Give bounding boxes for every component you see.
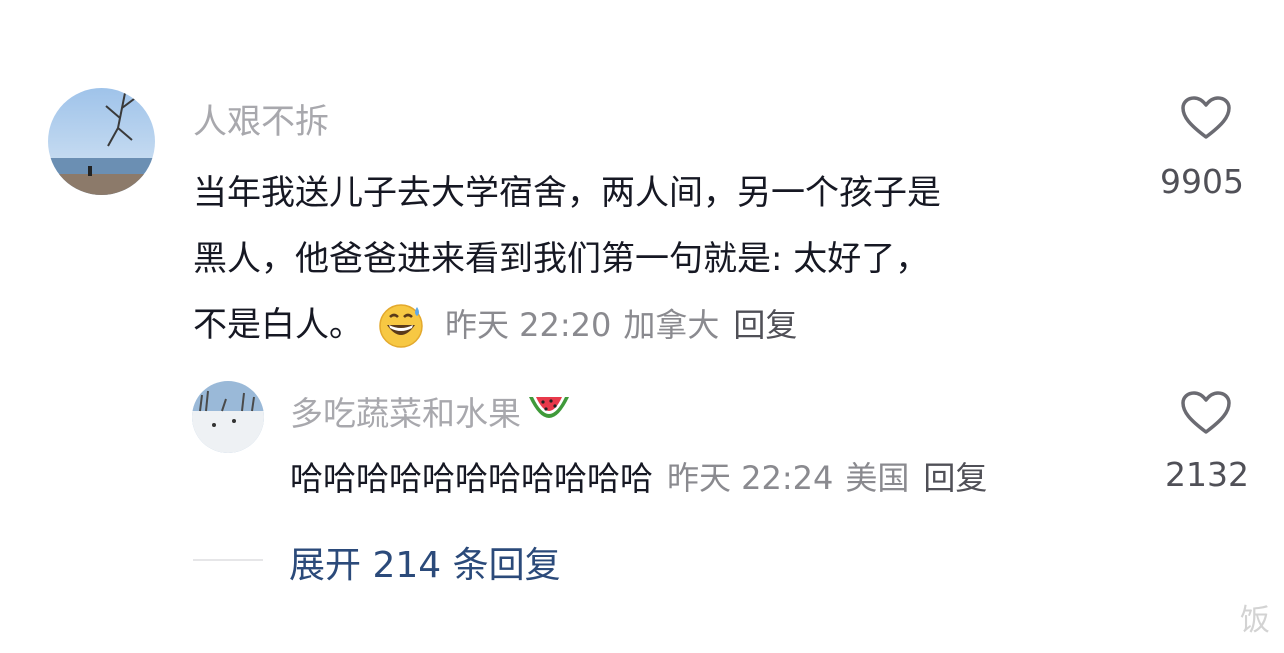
- avatar[interactable]: [48, 88, 155, 195]
- divider: [193, 559, 263, 561]
- watermelon-emoji: [525, 389, 573, 433]
- reply-like-count: 2132: [1165, 455, 1249, 494]
- expand-replies-button[interactable]: 展开 214 条回复: [289, 536, 561, 588]
- reply-username[interactable]: 多吃蔬菜和水果: [290, 387, 573, 435]
- reply-text-row: 哈哈哈哈哈哈哈哈哈哈哈 昨天 22:24 美国 回复: [290, 452, 987, 500]
- comment-text: 当年我送儿子去大学宿舍，两人间，另一个孩子是 黑人，他爸爸进来看到我们第一句就是…: [193, 160, 1133, 358]
- comment-text-line: 不是白人。: [193, 305, 363, 345]
- heart-icon[interactable]: [1180, 390, 1232, 436]
- reply-reply-button[interactable]: 回复: [923, 453, 987, 499]
- reply-location: 美国: [845, 459, 910, 497]
- comment-time: 昨天 22:20: [445, 306, 612, 344]
- comment-location: 加拿大: [623, 306, 720, 344]
- comment-like-count: 9905: [1160, 162, 1244, 201]
- reply-avatar[interactable]: [192, 381, 264, 453]
- comment-text-line: 黑人，他爸爸进来看到我们第一句就是: 太好了，: [193, 239, 930, 279]
- comment-username[interactable]: 人艰不拆: [193, 94, 329, 143]
- comment-reply-button[interactable]: 回复: [733, 292, 797, 358]
- comment-text-line: 当年我送儿子去大学宿舍，两人间，另一个孩子是: [193, 173, 941, 213]
- grinning-sweat-emoji: [377, 301, 425, 349]
- reply-text: 哈哈哈哈哈哈哈哈哈哈哈: [290, 459, 653, 498]
- reply-time: 昨天 22:24: [667, 459, 834, 497]
- reply-username-text: 多吃蔬菜和水果: [290, 394, 521, 433]
- comment-text-line-last: 不是白人。 昨天 22:20 加拿大 回复: [193, 292, 1133, 358]
- heart-icon[interactable]: [1180, 95, 1232, 141]
- watermark: 饭: [1240, 603, 1270, 638]
